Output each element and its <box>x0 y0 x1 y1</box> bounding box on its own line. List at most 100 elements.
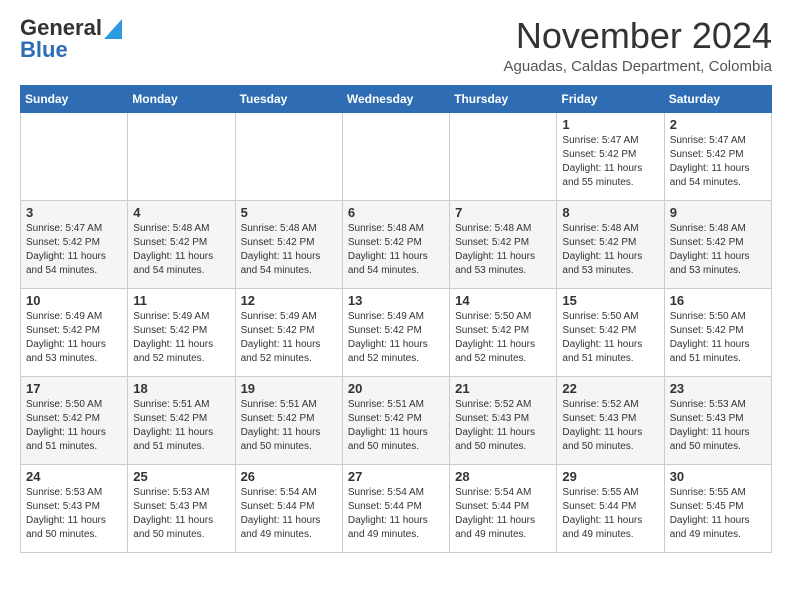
day-number: 30 <box>670 469 766 484</box>
day-info: Sunrise: 5:55 AM Sunset: 5:45 PM Dayligh… <box>670 487 750 540</box>
day-number: 19 <box>241 381 337 396</box>
day-info: Sunrise: 5:53 AM Sunset: 5:43 PM Dayligh… <box>26 487 106 540</box>
day-number: 10 <box>26 293 122 308</box>
calendar-table: SundayMondayTuesdayWednesdayThursdayFrid… <box>20 85 772 553</box>
day-info: Sunrise: 5:54 AM Sunset: 5:44 PM Dayligh… <box>455 487 535 540</box>
logo: General Blue <box>20 16 122 62</box>
month-title: November 2024 <box>504 16 772 56</box>
weekday-header-monday: Monday <box>128 85 235 112</box>
day-info: Sunrise: 5:47 AM Sunset: 5:42 PM Dayligh… <box>670 135 750 188</box>
day-number: 27 <box>348 469 444 484</box>
day-info: Sunrise: 5:49 AM Sunset: 5:42 PM Dayligh… <box>133 311 213 364</box>
page-header: General Blue November 2024 Aguadas, Cald… <box>20 16 772 75</box>
calendar-cell: 11 Sunrise: 5:49 AM Sunset: 5:42 PM Dayli… <box>128 288 235 376</box>
calendar-cell: 21Sunrise: 5:52 AM Sunset: 5:43 PM Dayli… <box>450 376 557 464</box>
calendar-cell: 17 Sunrise: 5:50 AM Sunset: 5:42 PM Dayli… <box>21 376 128 464</box>
weekday-header-wednesday: Wednesday <box>342 85 449 112</box>
weekday-header-tuesday: Tuesday <box>235 85 342 112</box>
day-info: Sunrise: 5:50 AM Sunset: 5:42 PM Dayligh… <box>26 399 106 452</box>
day-number: 8 <box>562 205 658 220</box>
calendar-week-row: 3Sunrise: 5:47 AM Sunset: 5:42 PM Daylig… <box>21 200 772 288</box>
calendar-cell: 12 Sunrise: 5:49 AM Sunset: 5:42 PM Dayli… <box>235 288 342 376</box>
calendar-cell: 8 Sunrise: 5:48 AM Sunset: 5:42 PM Daylig… <box>557 200 664 288</box>
day-number: 23 <box>670 381 766 396</box>
day-number: 7 <box>455 205 551 220</box>
day-number: 15 <box>562 293 658 308</box>
calendar-cell: 6 Sunrise: 5:48 AM Sunset: 5:42 PM Daylig… <box>342 200 449 288</box>
day-info: Sunrise: 5:55 AM Sunset: 5:44 PM Dayligh… <box>562 487 642 540</box>
day-info: Sunrise: 5:51 AM Sunset: 5:42 PM Dayligh… <box>133 399 213 452</box>
title-area: November 2024 Aguadas, Caldas Department… <box>504 16 772 75</box>
day-number: 11 <box>133 293 229 308</box>
day-number: 18 <box>133 381 229 396</box>
logo-triangle-icon <box>104 19 122 39</box>
calendar-cell: 28Sunrise: 5:54 AM Sunset: 5:44 PM Dayli… <box>450 464 557 552</box>
day-info: Sunrise: 5:49 AM Sunset: 5:42 PM Dayligh… <box>241 311 321 364</box>
day-number: 13 <box>348 293 444 308</box>
day-info: Sunrise: 5:53 AM Sunset: 5:43 PM Dayligh… <box>133 487 213 540</box>
calendar-cell: 20Sunrise: 5:51 AM Sunset: 5:42 PM Dayli… <box>342 376 449 464</box>
weekday-header-friday: Friday <box>557 85 664 112</box>
day-number: 6 <box>348 205 444 220</box>
calendar-cell: 25 Sunrise: 5:53 AM Sunset: 5:43 PM Dayli… <box>128 464 235 552</box>
day-number: 16 <box>670 293 766 308</box>
day-number: 25 <box>133 469 229 484</box>
day-number: 29 <box>562 469 658 484</box>
day-number: 9 <box>670 205 766 220</box>
day-number: 22 <box>562 381 658 396</box>
calendar-cell: 19Sunrise: 5:51 AM Sunset: 5:42 PM Dayli… <box>235 376 342 464</box>
calendar-cell: 13Sunrise: 5:49 AM Sunset: 5:42 PM Dayli… <box>342 288 449 376</box>
day-info: Sunrise: 5:48 AM Sunset: 5:42 PM Dayligh… <box>241 223 321 276</box>
day-number: 1 <box>562 117 658 132</box>
day-info: Sunrise: 5:47 AM Sunset: 5:42 PM Dayligh… <box>26 223 106 276</box>
day-number: 4 <box>133 205 229 220</box>
calendar-cell: 1 Sunrise: 5:47 AM Sunset: 5:42 PM Daylig… <box>557 112 664 200</box>
calendar-cell: 22 Sunrise: 5:52 AM Sunset: 5:43 PM Dayli… <box>557 376 664 464</box>
day-number: 24 <box>26 469 122 484</box>
day-info: Sunrise: 5:52 AM Sunset: 5:43 PM Dayligh… <box>562 399 642 452</box>
day-info: Sunrise: 5:47 AM Sunset: 5:42 PM Dayligh… <box>562 135 642 188</box>
calendar-cell <box>342 112 449 200</box>
calendar-cell: 27 Sunrise: 5:54 AM Sunset: 5:44 PM Dayli… <box>342 464 449 552</box>
day-info: Sunrise: 5:48 AM Sunset: 5:42 PM Dayligh… <box>348 223 428 276</box>
location-subtitle: Aguadas, Caldas Department, Colombia <box>504 58 772 75</box>
logo-blue-text: Blue <box>20 38 122 62</box>
calendar-cell: 18 Sunrise: 5:51 AM Sunset: 5:42 PM Dayli… <box>128 376 235 464</box>
day-info: Sunrise: 5:49 AM Sunset: 5:42 PM Dayligh… <box>26 311 106 364</box>
calendar-cell: 3Sunrise: 5:47 AM Sunset: 5:42 PM Daylig… <box>21 200 128 288</box>
calendar-cell <box>235 112 342 200</box>
day-info: Sunrise: 5:48 AM Sunset: 5:42 PM Dayligh… <box>562 223 642 276</box>
day-info: Sunrise: 5:48 AM Sunset: 5:42 PM Dayligh… <box>133 223 213 276</box>
weekday-header-thursday: Thursday <box>450 85 557 112</box>
day-info: Sunrise: 5:48 AM Sunset: 5:42 PM Dayligh… <box>670 223 750 276</box>
day-number: 12 <box>241 293 337 308</box>
calendar-cell <box>450 112 557 200</box>
day-info: Sunrise: 5:50 AM Sunset: 5:42 PM Dayligh… <box>562 311 642 364</box>
calendar-cell: 14 Sunrise: 5:50 AM Sunset: 5:42 PM Dayli… <box>450 288 557 376</box>
calendar-week-row: 17 Sunrise: 5:50 AM Sunset: 5:42 PM Dayli… <box>21 376 772 464</box>
calendar-header-row: SundayMondayTuesdayWednesdayThursdayFrid… <box>21 85 772 112</box>
weekday-header-sunday: Sunday <box>21 85 128 112</box>
weekday-header-saturday: Saturday <box>664 85 771 112</box>
calendar-cell: 23Sunrise: 5:53 AM Sunset: 5:43 PM Dayli… <box>664 376 771 464</box>
day-info: Sunrise: 5:54 AM Sunset: 5:44 PM Dayligh… <box>241 487 321 540</box>
calendar-cell: 16Sunrise: 5:50 AM Sunset: 5:42 PM Dayli… <box>664 288 771 376</box>
calendar-cell: 5Sunrise: 5:48 AM Sunset: 5:42 PM Daylig… <box>235 200 342 288</box>
day-number: 14 <box>455 293 551 308</box>
day-number: 21 <box>455 381 551 396</box>
calendar-week-row: 10 Sunrise: 5:49 AM Sunset: 5:42 PM Dayli… <box>21 288 772 376</box>
calendar-week-row: 1 Sunrise: 5:47 AM Sunset: 5:42 PM Daylig… <box>21 112 772 200</box>
calendar-cell: 2Sunrise: 5:47 AM Sunset: 5:42 PM Daylig… <box>664 112 771 200</box>
day-info: Sunrise: 5:54 AM Sunset: 5:44 PM Dayligh… <box>348 487 428 540</box>
day-number: 17 <box>26 381 122 396</box>
calendar-cell: 29 Sunrise: 5:55 AM Sunset: 5:44 PM Dayli… <box>557 464 664 552</box>
day-info: Sunrise: 5:50 AM Sunset: 5:42 PM Dayligh… <box>455 311 535 364</box>
calendar-cell: 10 Sunrise: 5:49 AM Sunset: 5:42 PM Dayli… <box>21 288 128 376</box>
day-info: Sunrise: 5:51 AM Sunset: 5:42 PM Dayligh… <box>348 399 428 452</box>
day-number: 26 <box>241 469 337 484</box>
day-info: Sunrise: 5:48 AM Sunset: 5:42 PM Dayligh… <box>455 223 535 276</box>
calendar-cell: 9 Sunrise: 5:48 AM Sunset: 5:42 PM Daylig… <box>664 200 771 288</box>
calendar-cell: 7 Sunrise: 5:48 AM Sunset: 5:42 PM Daylig… <box>450 200 557 288</box>
calendar-week-row: 24 Sunrise: 5:53 AM Sunset: 5:43 PM Dayli… <box>21 464 772 552</box>
calendar-cell: 30 Sunrise: 5:55 AM Sunset: 5:45 PM Dayli… <box>664 464 771 552</box>
